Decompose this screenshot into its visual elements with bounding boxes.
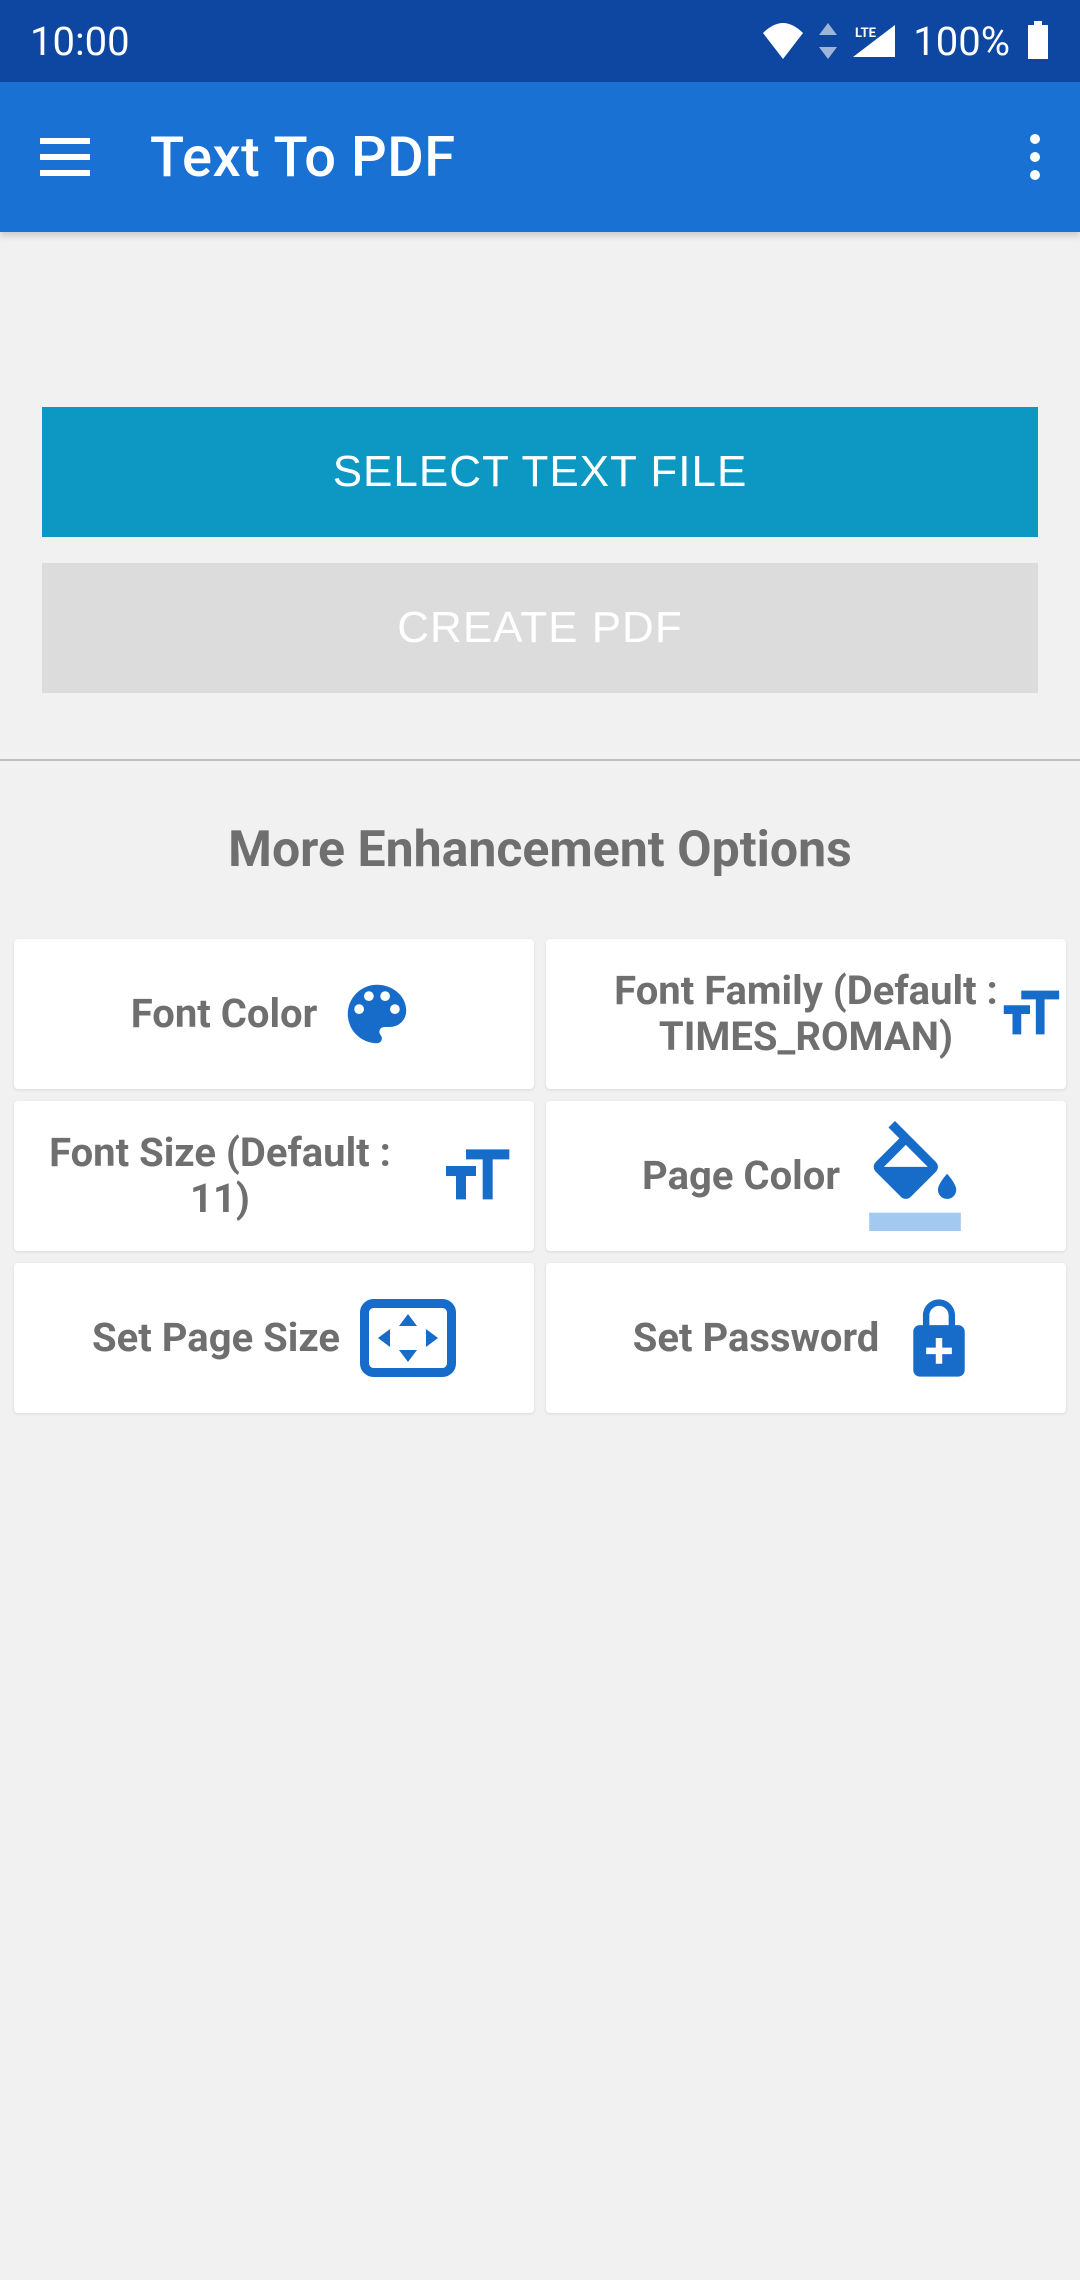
battery-percent: 100% <box>913 18 1010 65</box>
font-family-option[interactable]: Font Family (Default : TIMES_ROMAN) <box>546 939 1066 1089</box>
font-icon <box>990 974 1066 1054</box>
battery-icon <box>1026 21 1050 61</box>
options-grid: Font Color Font Family (Default : TIMES_… <box>0 939 1080 1413</box>
page-title: Text To PDF <box>150 124 456 190</box>
app-bar: Text To PDF <box>0 82 1080 232</box>
palette-icon <box>337 974 417 1054</box>
option-label: Set Page Size <box>92 1315 340 1361</box>
action-area: SELECT TEXT FILE CREATE PDF <box>0 232 1080 759</box>
lte-arrows-icon <box>815 23 841 59</box>
text-size-icon <box>436 1136 516 1216</box>
status-time: 10:00 <box>30 18 130 65</box>
hamburger-menu-icon[interactable] <box>40 138 90 176</box>
page-size-icon <box>360 1298 456 1378</box>
set-page-size-option[interactable]: Set Page Size <box>14 1263 534 1413</box>
option-label: Set Password <box>633 1315 880 1361</box>
option-label: Page Color <box>642 1153 840 1199</box>
create-pdf-button: CREATE PDF <box>42 563 1038 693</box>
status-icons: LTE 100% <box>761 18 1050 65</box>
option-label: Font Size (Default : 11) <box>24 1130 416 1222</box>
status-bar: 10:00 LTE 100% <box>0 0 1080 82</box>
font-color-option[interactable]: Font Color <box>14 939 534 1089</box>
section-title: More Enhancement Options <box>0 761 1080 939</box>
select-text-file-button[interactable]: SELECT TEXT FILE <box>42 407 1038 537</box>
paint-bucket-icon <box>860 1121 970 1231</box>
set-password-option[interactable]: Set Password <box>546 1263 1066 1413</box>
font-size-option[interactable]: Font Size (Default : 11) <box>14 1101 534 1251</box>
lock-plus-icon <box>899 1298 979 1378</box>
wifi-icon <box>761 23 805 59</box>
option-label: Font Color <box>131 991 318 1037</box>
option-label: Font Family (Default : TIMES_ROMAN) <box>604 968 1007 1060</box>
svg-text:LTE: LTE <box>855 26 877 41</box>
cellular-icon: LTE <box>851 23 897 59</box>
overflow-menu-icon[interactable] <box>1030 134 1040 180</box>
page-color-option[interactable]: Page Color <box>546 1101 1066 1251</box>
